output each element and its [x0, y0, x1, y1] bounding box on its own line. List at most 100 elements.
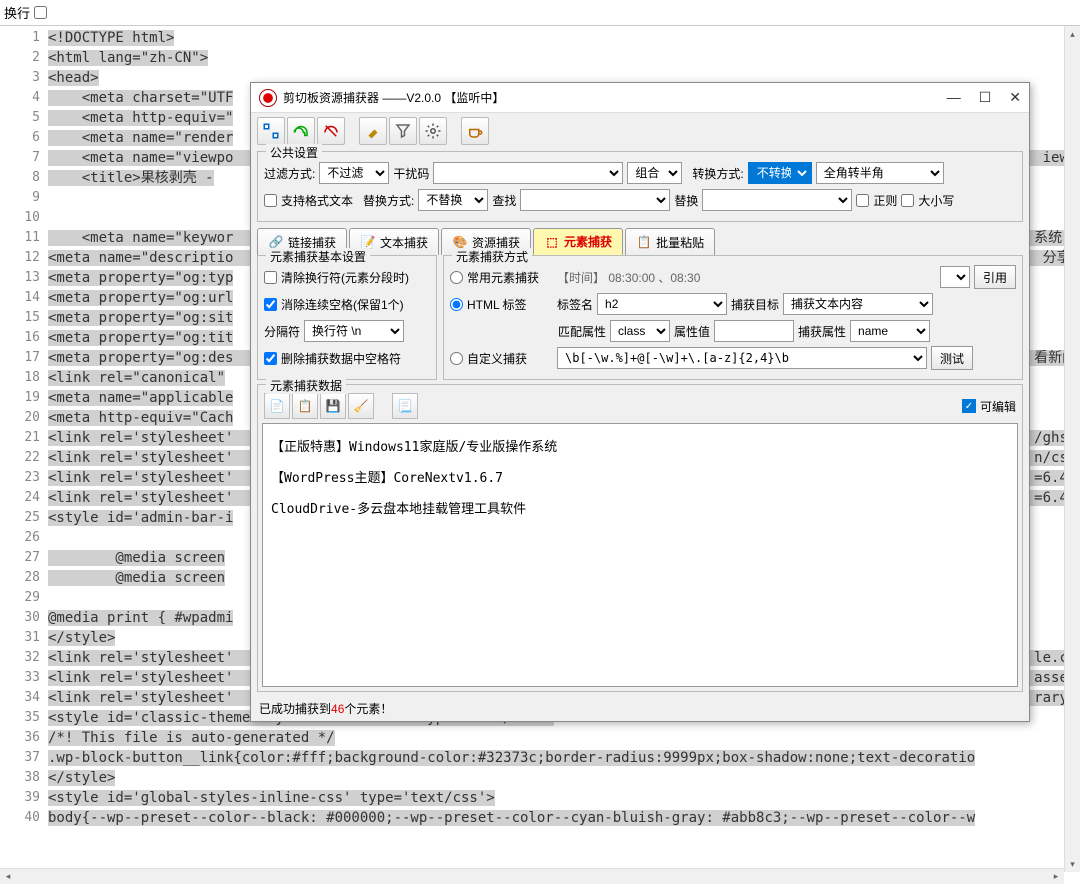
clear-spaces-checkbox[interactable] — [264, 298, 277, 311]
data-clear-button[interactable]: 🧹 — [348, 393, 374, 419]
titlebar[interactable]: 剪切板资源捕获器 ——V2.0.0 【监听中】 — ☐ ✕ — [251, 83, 1029, 113]
status-prefix: 已成功捕获到 — [259, 702, 331, 716]
capture-data-panel: 元素捕获数据 📄 📋 💾 🧹 📃 ✓ 可编辑 【正版特惠】Windows11家庭… — [257, 384, 1023, 692]
tool-filter-icon[interactable] — [389, 117, 417, 145]
support-format-label: 支持格式文本 — [281, 192, 353, 209]
wrap-label: 换行 — [4, 3, 30, 22]
case-label: 大小写 — [918, 192, 954, 209]
convert-select[interactable]: 不转换 — [748, 162, 812, 184]
regex-label: 正则 — [873, 192, 897, 209]
filter-select[interactable]: 不过滤 — [319, 162, 389, 184]
test-button[interactable]: 测试 — [931, 346, 973, 370]
noise-select[interactable] — [433, 162, 623, 184]
fullhalf-select[interactable]: 全角转半角 — [816, 162, 944, 184]
clear-captured-spaces-checkbox[interactable] — [264, 352, 277, 365]
find-input[interactable] — [520, 189, 670, 211]
match-attr-label: 匹配属性 — [558, 323, 606, 340]
cap-attr-label: 捕获属性 — [798, 323, 846, 340]
tool-headphones-red-icon[interactable] — [317, 117, 345, 145]
minimize-button[interactable]: — — [947, 89, 961, 106]
status-count: 46 — [331, 702, 344, 716]
tagname-label: 标签名 — [557, 296, 593, 313]
attr-val-input[interactable] — [714, 320, 794, 342]
support-format-checkbox[interactable] — [264, 194, 277, 207]
convert-label: 转换方式: — [692, 165, 743, 182]
main-toolbar — [251, 113, 1029, 149]
scroll-down-icon[interactable]: ▾ — [1065, 856, 1080, 872]
replace-label: 替换 — [674, 192, 698, 209]
match-attr-select[interactable]: class — [610, 320, 670, 342]
data-textarea[interactable]: 【正版特惠】Windows11家庭版/专业版操作系统【WordPress主题】C… — [262, 423, 1018, 687]
common-element-select[interactable] — [940, 266, 970, 288]
editable-check-icon: ✓ — [962, 399, 976, 413]
case-checkbox[interactable] — [901, 194, 914, 207]
replace-mode-label: 替换方式: — [363, 192, 414, 209]
maximize-button[interactable]: ☐ — [979, 89, 992, 106]
filter-label: 过滤方式: — [264, 165, 315, 182]
separator-label: 分隔符 — [264, 323, 300, 340]
combine-select[interactable]: 组合 — [627, 162, 682, 184]
common-element-radio[interactable] — [450, 271, 463, 284]
tab-element-capture[interactable]: ⬚元素捕获 — [533, 228, 623, 255]
clear-spaces-label: 消除连续空格(保留1个) — [281, 296, 404, 313]
method-legend: 元素捕获方式 — [452, 248, 532, 265]
common-element-label: 常用元素捕获 — [467, 269, 553, 286]
basic-settings-panel: 元素捕获基本设置 清除换行符(元素分段时) 消除连续空格(保留1个) 分隔符换行… — [257, 255, 437, 380]
target-label: 捕获目标 — [731, 296, 779, 313]
time-example: 【时间】 08:30:00 、08:30 — [557, 269, 700, 286]
html-tag-radio[interactable] — [450, 298, 463, 311]
scroll-right-icon[interactable]: ▸ — [1048, 871, 1064, 882]
common-settings-legend: 公共设置 — [266, 144, 322, 161]
line-gutter: 1234567891011121314151617181920212223242… — [0, 26, 48, 872]
vertical-scrollbar[interactable]: ▴ ▾ — [1064, 26, 1080, 872]
html-tag-label: HTML 标签 — [467, 296, 553, 313]
paste-icon: 📋 — [636, 234, 652, 250]
tool-headphones-green-icon[interactable] — [287, 117, 315, 145]
replace-mode-select[interactable]: 不替换 — [418, 189, 488, 211]
noise-label: 干扰码 — [393, 165, 429, 182]
editable-toggle[interactable]: ✓ 可编辑 — [962, 398, 1016, 415]
common-settings-group: 公共设置 过滤方式: 不过滤 干扰码 组合 转换方式: 不转换 全角转半角 支持… — [257, 151, 1023, 222]
custom-regex-input[interactable]: \b[-\w.%]+@[-\w]+\.[a-z]{2,4}\b — [557, 347, 927, 369]
tool-gear-icon[interactable] — [419, 117, 447, 145]
editable-label: 可编辑 — [980, 398, 1016, 415]
status-bar: 已成功捕获到46个元素！ — [251, 696, 1029, 721]
horizontal-scrollbar[interactable]: ◂ ▸ — [0, 868, 1064, 884]
attr-val-label: 属性值 — [674, 323, 710, 340]
editor-top-bar: 换行 — [0, 0, 1080, 26]
clear-captured-spaces-label: 删除捕获数据中空格符 — [281, 350, 401, 367]
custom-capture-radio[interactable] — [450, 352, 463, 365]
tagname-select[interactable]: h2 — [597, 293, 727, 315]
tool-brush-icon[interactable] — [359, 117, 387, 145]
wrap-checkbox[interactable] — [34, 6, 47, 19]
scroll-left-icon[interactable]: ◂ — [0, 871, 16, 882]
replace-input[interactable] — [702, 189, 852, 211]
custom-capture-label: 自定义捕获 — [467, 350, 553, 367]
basic-legend: 元素捕获基本设置 — [266, 248, 370, 265]
target-select[interactable]: 捕获文本内容 — [783, 293, 933, 315]
separator-select[interactable]: 换行符 \n — [304, 320, 404, 342]
tab-batch-paste[interactable]: 📋批量粘贴 — [625, 228, 715, 255]
tool-coffee-icon[interactable] — [461, 117, 489, 145]
regex-checkbox[interactable] — [856, 194, 869, 207]
data-legend: 元素捕获数据 — [266, 377, 346, 394]
data-paste-button[interactable]: 📋 — [292, 393, 318, 419]
capture-tabs: 🔗链接捕获 📝文本捕获 🎨资源捕获 ⬚元素捕获 📋批量粘贴 — [257, 228, 1023, 255]
capture-method-panel: 元素捕获方式 常用元素捕获 【时间】 08:30:00 、08:30 引用 HT… — [443, 255, 1023, 380]
window-title: 剪切板资源捕获器 ——V2.0.0 【监听中】 — [283, 89, 947, 106]
app-icon — [259, 89, 277, 107]
quote-button[interactable]: 引用 — [974, 265, 1016, 289]
find-label: 查找 — [492, 192, 516, 209]
capture-dialog: 剪切板资源捕获器 ——V2.0.0 【监听中】 — ☐ ✕ 公共设置 过滤方式:… — [250, 82, 1030, 722]
data-copy-button[interactable]: 📄 — [264, 393, 290, 419]
clear-newline-checkbox[interactable] — [264, 271, 277, 284]
data-list-button[interactable]: 📃 — [392, 393, 418, 419]
cap-attr-select[interactable]: name — [850, 320, 930, 342]
close-button[interactable]: ✕ — [1009, 89, 1021, 106]
clear-newline-label: 清除换行符(元素分段时) — [281, 269, 409, 286]
element-icon: ⬚ — [544, 234, 560, 250]
scroll-up-icon[interactable]: ▴ — [1065, 26, 1080, 42]
status-suffix: 个元素！ — [344, 702, 392, 716]
data-save-button[interactable]: 💾 — [320, 393, 346, 419]
tool-scan-icon[interactable] — [257, 117, 285, 145]
